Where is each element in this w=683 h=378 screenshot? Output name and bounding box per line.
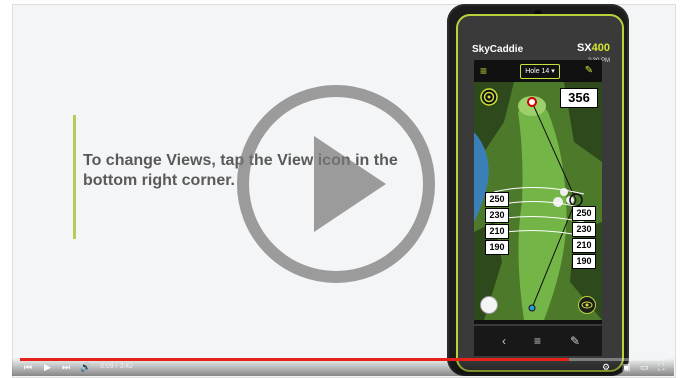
device-nav-bar: ‹ ≡ ✎ (474, 326, 602, 356)
screen-topbar: ≡ Hole 14 ▾ ✎ (474, 60, 602, 82)
device-screen: ≡ Hole 14 ▾ ✎ 356 250 230 210 190 250 23… (474, 60, 602, 324)
yardage-label: 230 (572, 222, 596, 237)
target-icon[interactable] (480, 88, 498, 106)
edit-nav-icon[interactable]: ✎ (570, 334, 580, 348)
edit-icon[interactable]: ✎ (582, 64, 596, 78)
yardage-label: 250 (572, 206, 596, 221)
brand-logo: SkyCaddie (472, 44, 524, 55)
video-controls: ⏮ ▶ ⏭ 🔊 3:09 / 3:42 ⚙ ▣ ▭ ⛶ (12, 358, 674, 376)
play-icon[interactable]: ▶ (44, 362, 51, 372)
fullscreen-icon[interactable]: ⛶ (658, 362, 664, 372)
view-eye-icon[interactable] (578, 296, 596, 314)
hole-map[interactable]: 356 250 230 210 190 250 230 210 190 (474, 82, 602, 320)
hole-selector[interactable]: Hole 14 ▾ (520, 64, 560, 79)
device-model: SX400 (577, 42, 610, 54)
hamburger-menu-icon[interactable]: ≡ (480, 64, 494, 78)
progress-bar[interactable] (20, 358, 666, 361)
yardage-markers-right: 250 230 210 190 (572, 206, 596, 270)
yardage-markers-left: 250 230 210 190 (485, 192, 509, 256)
skip-next-icon[interactable]: ⏭ (62, 362, 70, 372)
model-number: 400 (591, 42, 610, 54)
back-icon[interactable]: ‹ (502, 334, 506, 348)
yardage-label: 210 (485, 224, 509, 239)
settings-icon[interactable]: ⚙ (602, 362, 610, 372)
yardage-label: 190 (572, 254, 596, 269)
video-frame: To change Views, tap the View icon in th… (0, 0, 683, 378)
time-current: 3:09 (100, 363, 114, 370)
yardage-label: 190 (485, 240, 509, 255)
miniplayer-icon[interactable]: ▣ (622, 362, 631, 372)
progress-fill (20, 358, 570, 361)
caption-accent-bar (73, 115, 76, 239)
hole-label: Hole 14 (525, 68, 550, 75)
volume-icon[interactable]: 🔊 (80, 362, 91, 372)
device-brand: SkyCaddie (472, 44, 523, 55)
distance-to-green: 356 (560, 88, 598, 108)
menu-icon[interactable]: ≡ (534, 334, 541, 348)
play-overlay-icon[interactable] (236, 84, 436, 284)
yardage-label: 230 (485, 208, 509, 223)
yardage-label: 250 (485, 192, 509, 207)
model-prefix: SX (576, 42, 592, 54)
time-total: 3:42 (119, 363, 134, 370)
skip-back-icon[interactable]: ⏮ (24, 362, 32, 372)
time-display: 3:09 / 3:42 (100, 363, 133, 370)
yardage-label: 210 (572, 238, 596, 253)
theater-icon[interactable]: ▭ (640, 362, 649, 372)
golf-ball-icon[interactable] (480, 296, 498, 314)
